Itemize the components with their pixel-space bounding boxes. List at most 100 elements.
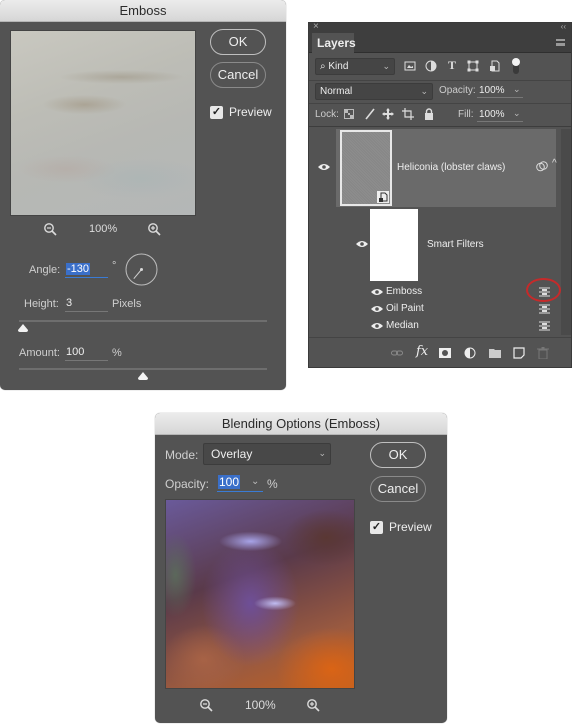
angle-input[interactable]: -130 (65, 262, 108, 278)
opacity-label: Opacity: (439, 85, 476, 96)
layer-name[interactable]: Heliconia (lobster claws) (397, 162, 505, 173)
chevron-down-icon[interactable]: ⌄ (513, 84, 521, 95)
shape-layer-filter-icon[interactable] (467, 60, 479, 72)
filter-blending-options-icon[interactable] (539, 304, 550, 314)
zoom-out-icon[interactable] (43, 222, 57, 236)
add-layer-style-icon[interactable]: fx (416, 344, 428, 359)
filter-row[interactable]: Median (369, 319, 559, 333)
filter-toggle-icon[interactable] (511, 57, 521, 75)
checkmark-icon[interactable]: ✓ (210, 105, 223, 119)
amount-unit: % (112, 347, 122, 359)
checkmark-icon[interactable]: ✓ (370, 520, 383, 534)
adjustment-layer-filter-icon[interactable] (425, 60, 437, 72)
visibility-eye-icon[interactable] (356, 240, 368, 248)
blend-mode-value: Normal (320, 86, 353, 97)
ok-button[interactable]: OK (210, 29, 266, 55)
zoom-in-icon[interactable] (306, 698, 320, 712)
pixel-layer-filter-icon[interactable] (404, 60, 416, 72)
new-adjustment-layer-icon[interactable] (464, 347, 476, 359)
mode-label: Mode: (165, 448, 199, 462)
blending-dialog-title: Blending Options (Emboss) (155, 413, 447, 435)
fill-label: Fill: (458, 109, 474, 120)
link-layers-icon[interactable] (391, 347, 403, 359)
smart-filter-mask-thumbnail[interactable] (370, 209, 418, 281)
linked-smart-object-icon[interactable] (536, 161, 548, 172)
emboss-dialog: Emboss OK Cancel ✓ Preview 100% Angle: -… (0, 0, 286, 390)
zoom-level: 100% (89, 223, 118, 235)
chevron-down-icon: ⌄ (382, 61, 390, 71)
filter-blending-options-icon[interactable] (539, 321, 550, 331)
preview-label: Preview (229, 105, 272, 119)
lock-all-icon[interactable] (423, 108, 435, 120)
chevron-down-icon[interactable]: ⌄ (513, 108, 521, 119)
divider (309, 126, 571, 127)
smart-filters-label: Smart Filters (427, 239, 484, 250)
filter-name: Median (386, 320, 419, 331)
opacity-label: Opacity: (165, 477, 210, 491)
emboss-dialog-title: Emboss (0, 0, 286, 22)
panel-menu-icon[interactable] (556, 39, 565, 46)
highlight-annotation-circle (526, 278, 561, 302)
angle-value: -130 (66, 263, 91, 275)
zoom-controls: 100% (199, 698, 339, 712)
height-slider-thumb[interactable] (18, 324, 28, 332)
delete-layer-icon[interactable] (537, 347, 549, 359)
amount-slider-thumb[interactable] (138, 372, 148, 380)
tab-layers[interactable]: Layers (312, 33, 356, 54)
cancel-button[interactable]: Cancel (370, 476, 426, 502)
lock-position-icon[interactable] (382, 108, 394, 120)
lock-artboard-icon[interactable] (402, 108, 414, 120)
layers-panel-footer: fx (309, 337, 571, 367)
opacity-input[interactable]: 100% ⌄ (477, 82, 523, 98)
opacity-input[interactable]: 100 ⌄ (217, 475, 263, 492)
smart-object-filter-icon[interactable] (489, 60, 501, 72)
new-layer-icon[interactable] (513, 347, 525, 359)
zoom-level: 100% (245, 698, 276, 712)
layer-thumbnail[interactable] (340, 130, 392, 206)
collapse-filters-icon[interactable]: ^ (552, 158, 557, 169)
new-group-icon[interactable] (489, 347, 501, 359)
amount-input[interactable]: 100 (65, 345, 108, 361)
divider (309, 80, 571, 81)
smart-object-badge-icon (377, 191, 389, 203)
panel-tabs: Layers (309, 33, 571, 54)
height-slider-track[interactable] (19, 320, 267, 322)
height-unit: Pixels (112, 298, 142, 310)
height-input[interactable]: 3 (65, 296, 108, 312)
divider (309, 103, 571, 104)
preview-checkbox[interactable]: ✓ Preview (370, 520, 432, 534)
cancel-button[interactable]: Cancel (210, 62, 266, 88)
lock-image-pixels-icon[interactable] (364, 108, 376, 120)
fill-input[interactable]: 100% ⌄ (477, 106, 523, 122)
blend-mode-select[interactable]: Overlay ⌄ (203, 443, 331, 465)
chevron-down-icon[interactable]: ⌄ (251, 475, 259, 489)
zoom-in-icon[interactable] (147, 222, 161, 236)
angle-dial[interactable] (125, 253, 158, 286)
filter-kind-dropdown[interactable]: ⌕ Kind ⌄ (315, 58, 395, 75)
add-mask-icon[interactable] (439, 347, 451, 359)
filter-name: Oil Paint (386, 303, 424, 314)
filter-name: Emboss (386, 286, 423, 297)
lock-transparent-pixels-icon[interactable] (344, 109, 354, 119)
amount-value: 100 (66, 346, 85, 358)
filter-row[interactable]: Oil Paint (369, 302, 559, 316)
fill-value: 100% (479, 109, 505, 120)
zoom-out-icon[interactable] (199, 698, 213, 712)
zoom-controls: 100% (43, 222, 173, 236)
collapse-panel-icon[interactable]: ‹‹ (561, 22, 566, 31)
layers-scrollbar[interactable] (561, 129, 571, 335)
amount-slider-track[interactable] (19, 368, 267, 370)
angle-label: Angle: (29, 264, 61, 276)
preview-checkbox[interactable]: ✓ Preview (210, 105, 272, 119)
visibility-eye-icon[interactable] (318, 163, 330, 171)
visibility-eye-icon[interactable] (371, 288, 383, 296)
ok-button[interactable]: OK (370, 442, 426, 468)
blending-preview-image[interactable] (165, 499, 355, 689)
blend-mode-dropdown[interactable]: Normal ⌄ (315, 83, 433, 100)
filter-kind-value: Kind (328, 61, 349, 72)
visibility-eye-icon[interactable] (371, 322, 383, 330)
emboss-preview-image[interactable] (10, 30, 196, 216)
close-panel-icon[interactable]: × (313, 21, 319, 32)
visibility-eye-icon[interactable] (371, 305, 383, 313)
type-layer-filter-icon[interactable]: T (448, 58, 456, 73)
